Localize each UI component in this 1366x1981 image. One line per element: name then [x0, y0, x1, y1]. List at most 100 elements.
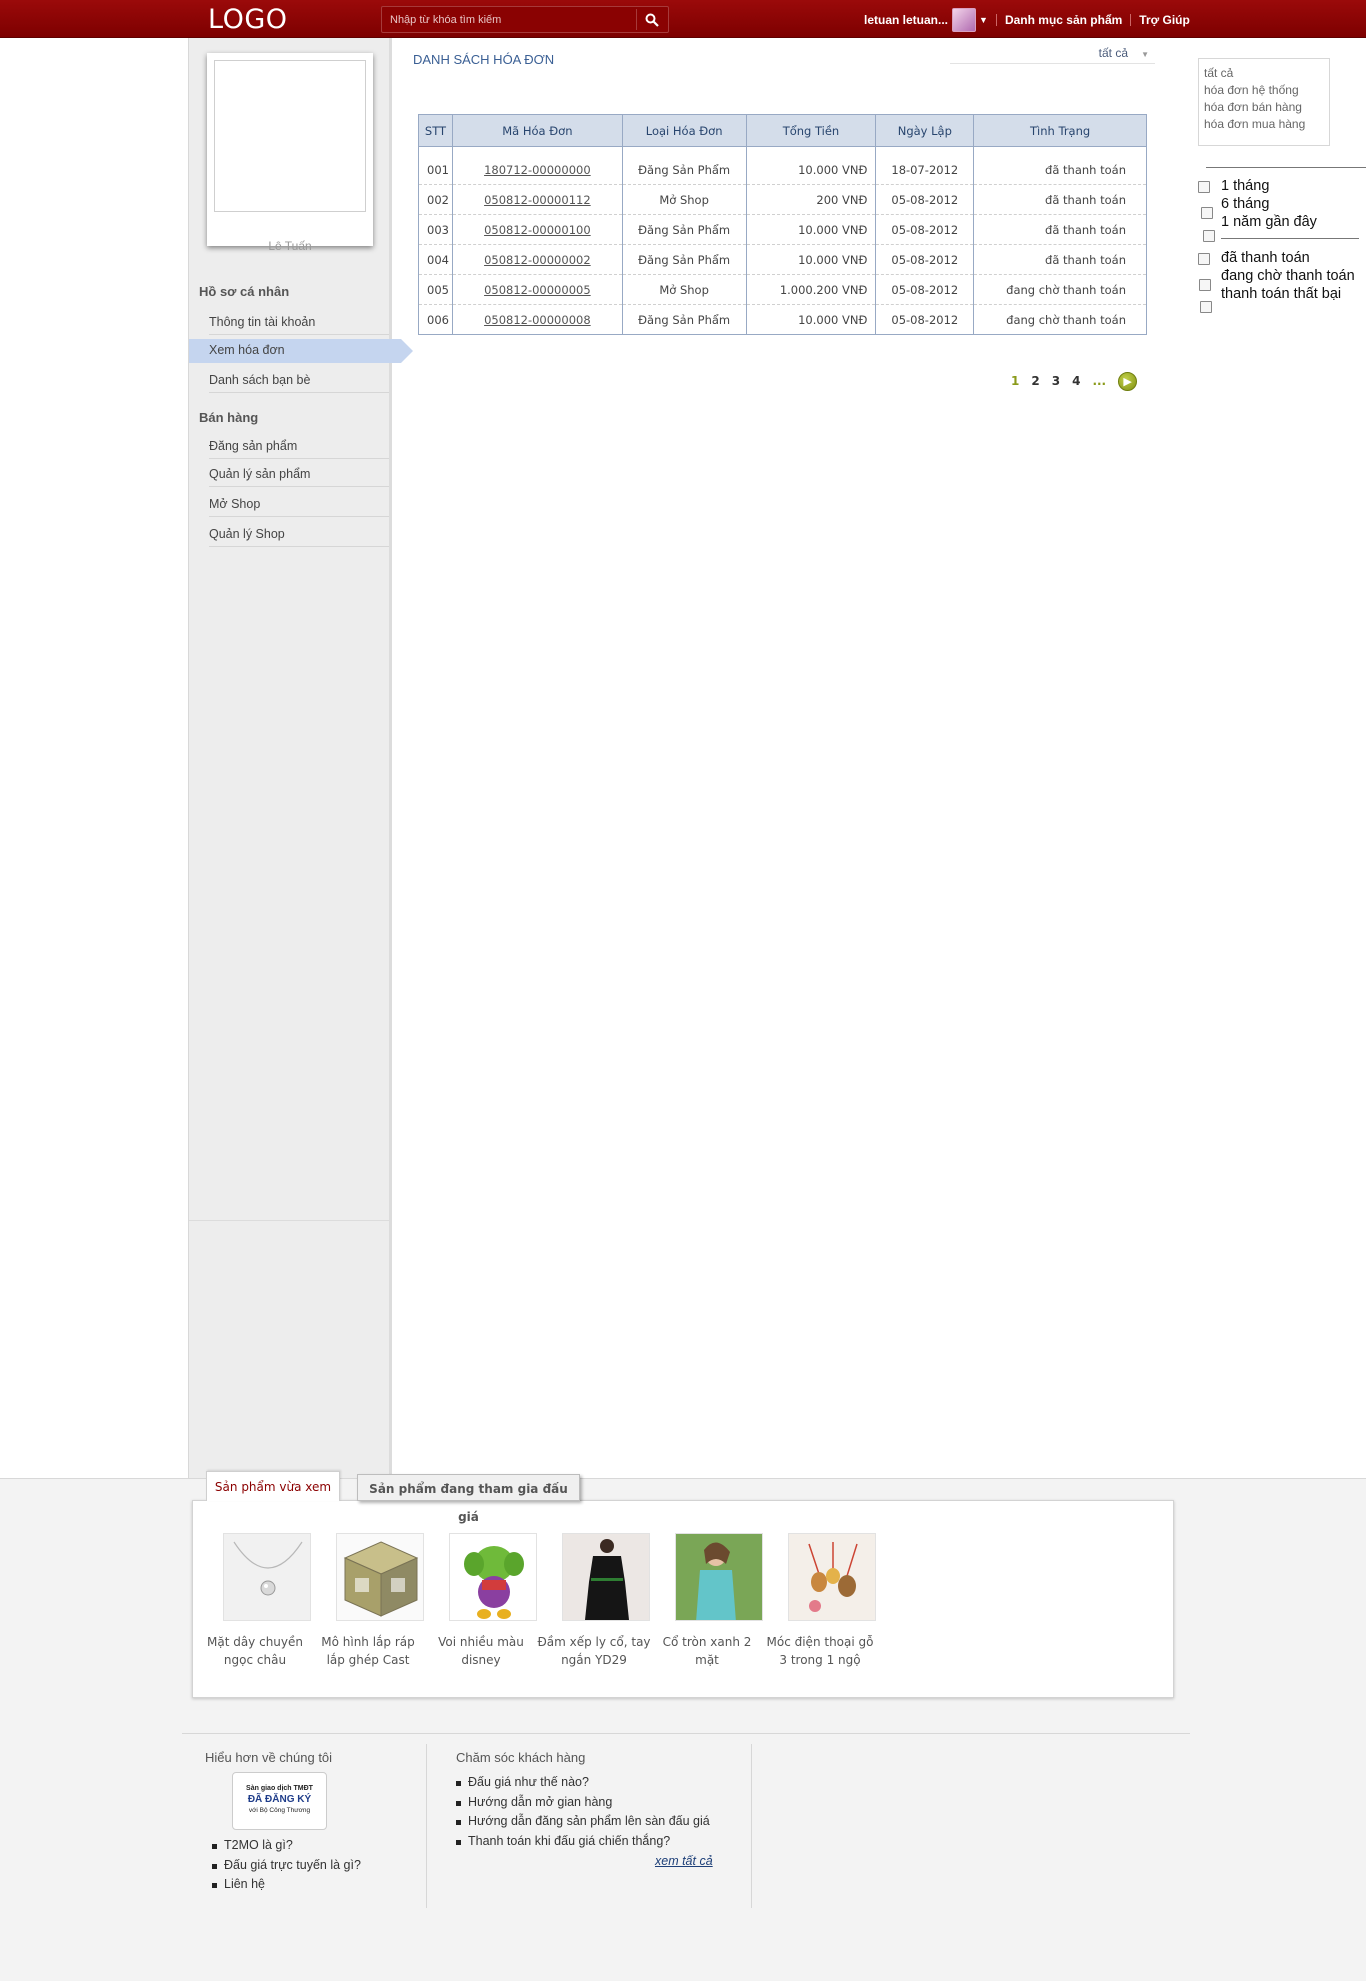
- view-all-link[interactable]: xem tất cả: [655, 1854, 713, 1868]
- sidebar-item-manage-products[interactable]: Quản lý sản phẩm: [209, 463, 389, 487]
- product-image[interactable]: [336, 1533, 424, 1621]
- page-ellipsis[interactable]: ...: [1092, 374, 1106, 388]
- table-row: 006 050812-00000008 Đăng Sản Phẩm 10.000 VN…: [418, 304, 1147, 335]
- table-cell: 050812-00000008: [451, 304, 623, 335]
- footer-link[interactable]: Thanh toán khi đấu giá chiến thắng?: [456, 1832, 710, 1852]
- page-link[interactable]: 4: [1072, 374, 1080, 388]
- product-name[interactable]: Móc điện thoại gỗ 3 trong 1 ngộ: [763, 1633, 877, 1669]
- product-image[interactable]: [449, 1533, 537, 1621]
- invoice-status: đã thanh toán: [973, 244, 1147, 275]
- product-card[interactable]: Mô hình lắp ráp lắp ghép Cast: [311, 1533, 425, 1669]
- invoice-total: 10.000 VNĐ: [745, 214, 877, 245]
- status-filter-label: thanh toán thất bại: [1221, 286, 1342, 302]
- search-input[interactable]: [384, 9, 634, 30]
- footer-link[interactable]: Đấu giá như thế nào?: [456, 1773, 710, 1793]
- product-image[interactable]: [223, 1533, 311, 1621]
- divider: [1206, 167, 1366, 168]
- filter-value: tất cả: [1098, 46, 1128, 60]
- necklace-icon: [233, 1541, 303, 1596]
- product-name[interactable]: Đầm xếp ly cổ, tay ngắn YD29: [537, 1633, 651, 1669]
- time-filter-checkbox[interactable]: [1201, 207, 1213, 219]
- invoice-number: 005: [418, 274, 453, 305]
- status-filter-checkbox[interactable]: [1199, 279, 1211, 291]
- page-link[interactable]: 2: [1031, 374, 1039, 388]
- product-card[interactable]: Cổ tròn xanh 2 mặt: [650, 1533, 764, 1669]
- search-button[interactable]: [636, 9, 666, 30]
- product-name[interactable]: Mặt dây chuyền ngọc châu: [198, 1633, 312, 1669]
- product-image[interactable]: [675, 1533, 763, 1621]
- table-row: 003 050812-00000100 Đăng Sản Phẩm 10.000 VN…: [418, 214, 1147, 245]
- invoice-status: đã thanh toán: [973, 214, 1147, 245]
- invoice-type: Đăng Sản Phẩm: [621, 146, 747, 185]
- time-filter-checkbox[interactable]: [1198, 181, 1210, 193]
- chevron-down-icon[interactable]: ▼: [979, 15, 988, 25]
- product-card[interactable]: Móc điện thoại gỗ 3 trong 1 ngộ: [763, 1533, 877, 1669]
- invoice-type: Đăng Sản Phẩm: [621, 304, 747, 335]
- invoice-type-option[interactable]: hóa đơn hệ thống: [1204, 82, 1324, 99]
- product-card[interactable]: Đầm xếp ly cổ, tay ngắn YD29: [537, 1533, 651, 1669]
- table-row: 004 050812-00000002 Đăng Sản Phẩm 10.000 VN…: [418, 244, 1147, 275]
- sidebar-item-manage-shop[interactable]: Quản lý Shop: [209, 523, 389, 547]
- product-image[interactable]: [788, 1533, 876, 1621]
- time-filter-checkbox[interactable]: [1203, 230, 1215, 242]
- product-card[interactable]: Mặt dây chuyền ngọc châu: [198, 1533, 312, 1669]
- invoice-status: đang chờ thanh toán: [973, 274, 1147, 305]
- footer-link[interactable]: Hướng dẫn mở gian hàng: [456, 1793, 710, 1813]
- product-name[interactable]: Voi nhiều màu disney: [424, 1633, 538, 1669]
- invoice-code-link[interactable]: 050812-00000002: [484, 253, 591, 267]
- shirt-model-icon: [676, 1534, 762, 1620]
- product-name[interactable]: Mô hình lắp ráp lắp ghép Cast: [311, 1633, 425, 1669]
- registered-badge[interactable]: Sàn giao dịch TMĐT ĐÃ ĐĂNG KÝ với Bộ Côn…: [232, 1772, 327, 1830]
- status-filter-label: đã thanh toán: [1221, 250, 1310, 266]
- logo[interactable]: LOGO: [208, 4, 288, 35]
- nav-help-link[interactable]: Trợ Giúp: [1139, 13, 1190, 27]
- section-heading-profile: Hồ sơ cá nhân: [199, 284, 290, 299]
- product-card[interactable]: Voi nhiều màu disney: [424, 1533, 538, 1669]
- invoice-type-option[interactable]: hóa đơn bán hàng: [1204, 99, 1324, 116]
- column-header: Mã Hóa Đơn: [451, 114, 623, 147]
- divider: [426, 1744, 427, 1908]
- sidebar-item-post-product[interactable]: Đăng sản phẩm: [209, 435, 389, 459]
- badge-line: với Bộ Công Thương: [248, 1807, 311, 1814]
- invoice-filter-select[interactable]: tất cả ▼: [950, 46, 1155, 64]
- sidebar-item-friends[interactable]: Danh sách bạn bè: [209, 369, 389, 393]
- status-filter-checkbox[interactable]: [1198, 253, 1210, 265]
- product-image[interactable]: [562, 1533, 650, 1621]
- invoice-code-link[interactable]: 180712-00000000: [484, 163, 591, 177]
- invoice-date: 05-08-2012: [875, 244, 975, 275]
- footer-link[interactable]: Hướng dẫn đăng sản phẩm lên sàn đấu giá: [456, 1812, 710, 1832]
- sidebar-item-open-shop[interactable]: Mở Shop: [209, 493, 389, 517]
- invoice-code-link[interactable]: 050812-00000100: [484, 223, 591, 237]
- page-link[interactable]: 1: [1011, 374, 1019, 388]
- nav-categories-link[interactable]: Danh mục sản phẩm: [1005, 13, 1122, 27]
- column-header: Tình Trạng: [973, 114, 1147, 147]
- footer-about-links: T2MO là gì? Đấu giá trực tuyến là gì? Li…: [212, 1836, 361, 1895]
- invoice-type-option[interactable]: hóa đơn mua hàng: [1204, 116, 1324, 133]
- divider: [751, 1744, 752, 1908]
- tab-recent-products[interactable]: Sản phẩm vừa xem: [206, 1471, 340, 1501]
- page-link[interactable]: 3: [1052, 374, 1060, 388]
- profile-photo[interactable]: [214, 60, 366, 212]
- invoice-code-link[interactable]: 050812-00000008: [484, 313, 591, 327]
- footer-link[interactable]: Liên hệ: [212, 1875, 361, 1895]
- status-filter-checkbox[interactable]: [1200, 301, 1212, 313]
- invoice-date: 05-08-2012: [875, 274, 975, 305]
- footer-link[interactable]: T2MO là gì?: [212, 1836, 361, 1856]
- product-name[interactable]: Cổ tròn xanh 2 mặt: [650, 1633, 764, 1669]
- user-area: letuan letuan... ▼ Danh mục sản phẩm Trợ…: [864, 8, 1190, 32]
- tab-auction-products[interactable]: Sản phẩm đang tham gia đấu giá: [357, 1474, 580, 1524]
- invoice-number: 003: [418, 214, 453, 245]
- username[interactable]: letuan letuan...: [864, 13, 948, 27]
- column-header: Tổng Tiền: [745, 114, 877, 147]
- invoice-type-option[interactable]: tất cả: [1204, 65, 1324, 82]
- sidebar-item-view-invoices[interactable]: Xem hóa đơn: [189, 339, 413, 363]
- table-cell: 050812-00000005: [451, 274, 623, 305]
- invoice-code-link[interactable]: 050812-00000005: [484, 283, 591, 297]
- sidebar-item-account-info[interactable]: Thông tin tài khoản: [209, 311, 389, 335]
- search-icon: [645, 13, 659, 27]
- avatar[interactable]: [952, 8, 977, 32]
- invoice-code-link[interactable]: 050812-00000112: [484, 193, 591, 207]
- next-page-icon[interactable]: ▶: [1118, 371, 1138, 391]
- table-cell: 050812-00000002: [451, 244, 623, 275]
- footer-link[interactable]: Đấu giá trực tuyến là gì?: [212, 1856, 361, 1876]
